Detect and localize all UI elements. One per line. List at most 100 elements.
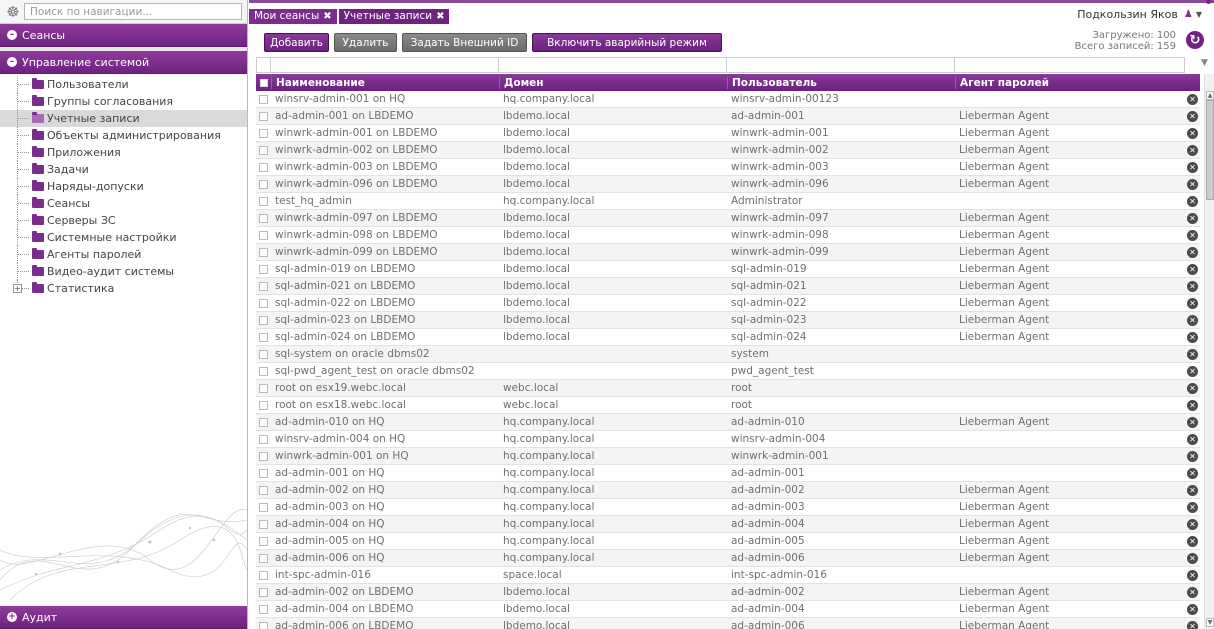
delete-row-icon[interactable]: ✕	[1187, 450, 1198, 462]
table-row[interactable]: sql-admin-021 on LBDEMO lbdemo.local sql-a…	[256, 278, 1200, 295]
filter-user-input[interactable]	[727, 57, 955, 73]
delete-row-icon[interactable]: ✕	[1187, 399, 1198, 411]
row-checkbox[interactable]	[259, 247, 268, 257]
table-row[interactable]: winwrk-admin-097 on LBDEMO lbdemo.local wi…	[256, 210, 1200, 227]
filter-name-input[interactable]	[271, 57, 499, 73]
table-row[interactable]: sql-system on oracle dbms02 system ✕	[256, 346, 1200, 363]
row-checkbox[interactable]	[259, 434, 268, 444]
row-checkbox[interactable]	[259, 128, 268, 138]
scroll-up-icon[interactable]: ▲	[1206, 91, 1214, 100]
table-row[interactable]: ad-admin-006 on LBDEMO lbdemo.local ad-adm…	[256, 618, 1200, 629]
row-checkbox[interactable]	[259, 451, 268, 461]
table-row[interactable]: sql-admin-023 on LBDEMO lbdemo.local sql-a…	[256, 312, 1200, 329]
tree-item[interactable]: + Статистика	[0, 280, 247, 297]
tab-accounts[interactable]: Учетные записи ✖	[338, 8, 450, 24]
row-checkbox[interactable]	[259, 553, 268, 563]
table-row[interactable]: ad-admin-001 on HQ hq.company.local ad-adm…	[256, 465, 1200, 482]
row-checkbox[interactable]	[259, 281, 268, 291]
tab-accounts-close-icon[interactable]: ✖	[436, 11, 444, 22]
delete-row-icon[interactable]: ✕	[1187, 297, 1198, 309]
row-checkbox[interactable]	[259, 196, 268, 206]
delete-row-icon[interactable]: ✕	[1187, 484, 1198, 496]
table-row[interactable]: ad-admin-002 on HQ hq.company.local ad-adm…	[256, 482, 1200, 499]
filter-domain-input[interactable]	[499, 57, 727, 73]
section-sessions[interactable]: – Сеансы	[0, 24, 247, 47]
tree-item[interactable]: Объекты администрирования	[0, 127, 247, 144]
delete-row-icon[interactable]: ✕	[1187, 110, 1198, 122]
row-checkbox[interactable]	[259, 621, 268, 629]
tab-my-sessions[interactable]: Мои сеансы ✖	[249, 8, 337, 24]
row-checkbox[interactable]	[259, 111, 268, 121]
vertical-scrollbar[interactable]: ▲ ▼	[1204, 74, 1214, 629]
table-row[interactable]: sql-admin-019 on LBDEMO lbdemo.local sql-a…	[256, 261, 1200, 278]
table-row[interactable]: ad-admin-004 on LBDEMO lbdemo.local ad-adm…	[256, 601, 1200, 618]
column-header-user[interactable]: Пользователь	[727, 76, 955, 89]
row-checkbox[interactable]	[259, 570, 268, 580]
row-checkbox[interactable]	[259, 298, 268, 308]
table-row[interactable]: ad-admin-005 on HQ hq.company.local ad-adm…	[256, 533, 1200, 550]
row-checkbox[interactable]	[259, 94, 268, 104]
select-all-checkbox[interactable]	[256, 78, 271, 87]
user-menu[interactable]: Подкользин Яков ♟ ▼	[1077, 8, 1202, 21]
tree-item[interactable]: Наряды-допуски	[0, 178, 247, 195]
row-checkbox[interactable]	[259, 213, 268, 223]
delete-row-icon[interactable]: ✕	[1187, 552, 1198, 564]
row-checkbox[interactable]	[259, 400, 268, 410]
row-checkbox[interactable]	[259, 604, 268, 614]
delete-row-icon[interactable]: ✕	[1187, 586, 1198, 598]
table-row[interactable]: winwrk-admin-002 on LBDEMO lbdemo.local wi…	[256, 142, 1200, 159]
section-system-management[interactable]: – Управление системой	[0, 51, 247, 74]
table-row[interactable]: ad-admin-003 on HQ hq.company.local ad-adm…	[256, 499, 1200, 516]
delete-row-icon[interactable]: ✕	[1187, 93, 1198, 105]
tree-item[interactable]: Пользователи	[0, 76, 247, 93]
table-row[interactable]: winsrv-admin-004 on HQ hq.company.local wi…	[256, 431, 1200, 448]
delete-row-icon[interactable]: ✕	[1187, 416, 1198, 428]
row-checkbox[interactable]	[259, 230, 268, 240]
delete-row-icon[interactable]: ✕	[1187, 229, 1198, 241]
row-checkbox[interactable]	[259, 502, 268, 512]
tree-item[interactable]: Агенты паролей	[0, 246, 247, 263]
delete-row-icon[interactable]: ✕	[1187, 178, 1198, 190]
delete-row-icon[interactable]: ✕	[1187, 263, 1198, 275]
delete-row-icon[interactable]: ✕	[1187, 212, 1198, 224]
tree-item[interactable]: Системные настройки	[0, 229, 247, 246]
tree-item[interactable]: Сеансы	[0, 195, 247, 212]
row-checkbox[interactable]	[259, 417, 268, 427]
table-row[interactable]: winwrk-admin-001 on HQ hq.company.local wi…	[256, 448, 1200, 465]
table-row[interactable]: sql-pwd_agent_test on oracle dbms02 pwd_a…	[256, 363, 1200, 380]
table-row[interactable]: winsrv-admin-001 on HQ hq.company.local wi…	[256, 91, 1200, 108]
table-row[interactable]: winwrk-admin-099 on LBDEMO lbdemo.local wi…	[256, 244, 1200, 261]
delete-row-icon[interactable]: ✕	[1187, 620, 1198, 629]
delete-button[interactable]: Удалить	[334, 33, 397, 52]
column-header-domain[interactable]: Домен	[499, 76, 727, 89]
table-row[interactable]: root on esx18.webc.local webc.local root ✕	[256, 397, 1200, 414]
column-header-name[interactable]: Наименование	[271, 76, 499, 89]
table-row[interactable]: ad-admin-004 on HQ hq.company.local ad-adm…	[256, 516, 1200, 533]
row-checkbox[interactable]	[259, 587, 268, 597]
table-row[interactable]: ad-admin-010 on HQ hq.company.local ad-adm…	[256, 414, 1200, 431]
row-checkbox[interactable]	[259, 485, 268, 495]
delete-row-icon[interactable]: ✕	[1187, 195, 1198, 207]
delete-row-icon[interactable]: ✕	[1187, 569, 1198, 581]
filter-agent-input[interactable]	[955, 57, 1185, 73]
row-checkbox[interactable]	[259, 519, 268, 529]
emergency-mode-button[interactable]: Включить аварийный режим	[532, 33, 722, 52]
delete-row-icon[interactable]: ✕	[1187, 382, 1198, 394]
delete-row-icon[interactable]: ✕	[1187, 535, 1198, 547]
row-checkbox[interactable]	[259, 315, 268, 325]
tree-item[interactable]: Группы согласования	[0, 93, 247, 110]
delete-row-icon[interactable]: ✕	[1187, 433, 1198, 445]
scroll-down-icon[interactable]: ▼	[1206, 618, 1214, 627]
table-row[interactable]: ad-admin-001 on LBDEMO lbdemo.local ad-adm…	[256, 108, 1200, 125]
add-button[interactable]: Добавить	[264, 33, 329, 52]
table-row[interactable]: winwrk-admin-096 on LBDEMO lbdemo.local wi…	[256, 176, 1200, 193]
tab-my-sessions-close-icon[interactable]: ✖	[323, 11, 331, 22]
row-checkbox[interactable]	[259, 349, 268, 359]
section-audit[interactable]: + Аудит	[0, 606, 247, 629]
delete-row-icon[interactable]: ✕	[1187, 518, 1198, 530]
table-row[interactable]: ad-admin-002 on LBDEMO lbdemo.local ad-adm…	[256, 584, 1200, 601]
delete-row-icon[interactable]: ✕	[1187, 501, 1198, 513]
tree-item[interactable]: Приложения	[0, 144, 247, 161]
row-checkbox[interactable]	[259, 145, 268, 155]
scrollbar-thumb[interactable]	[1206, 100, 1214, 200]
